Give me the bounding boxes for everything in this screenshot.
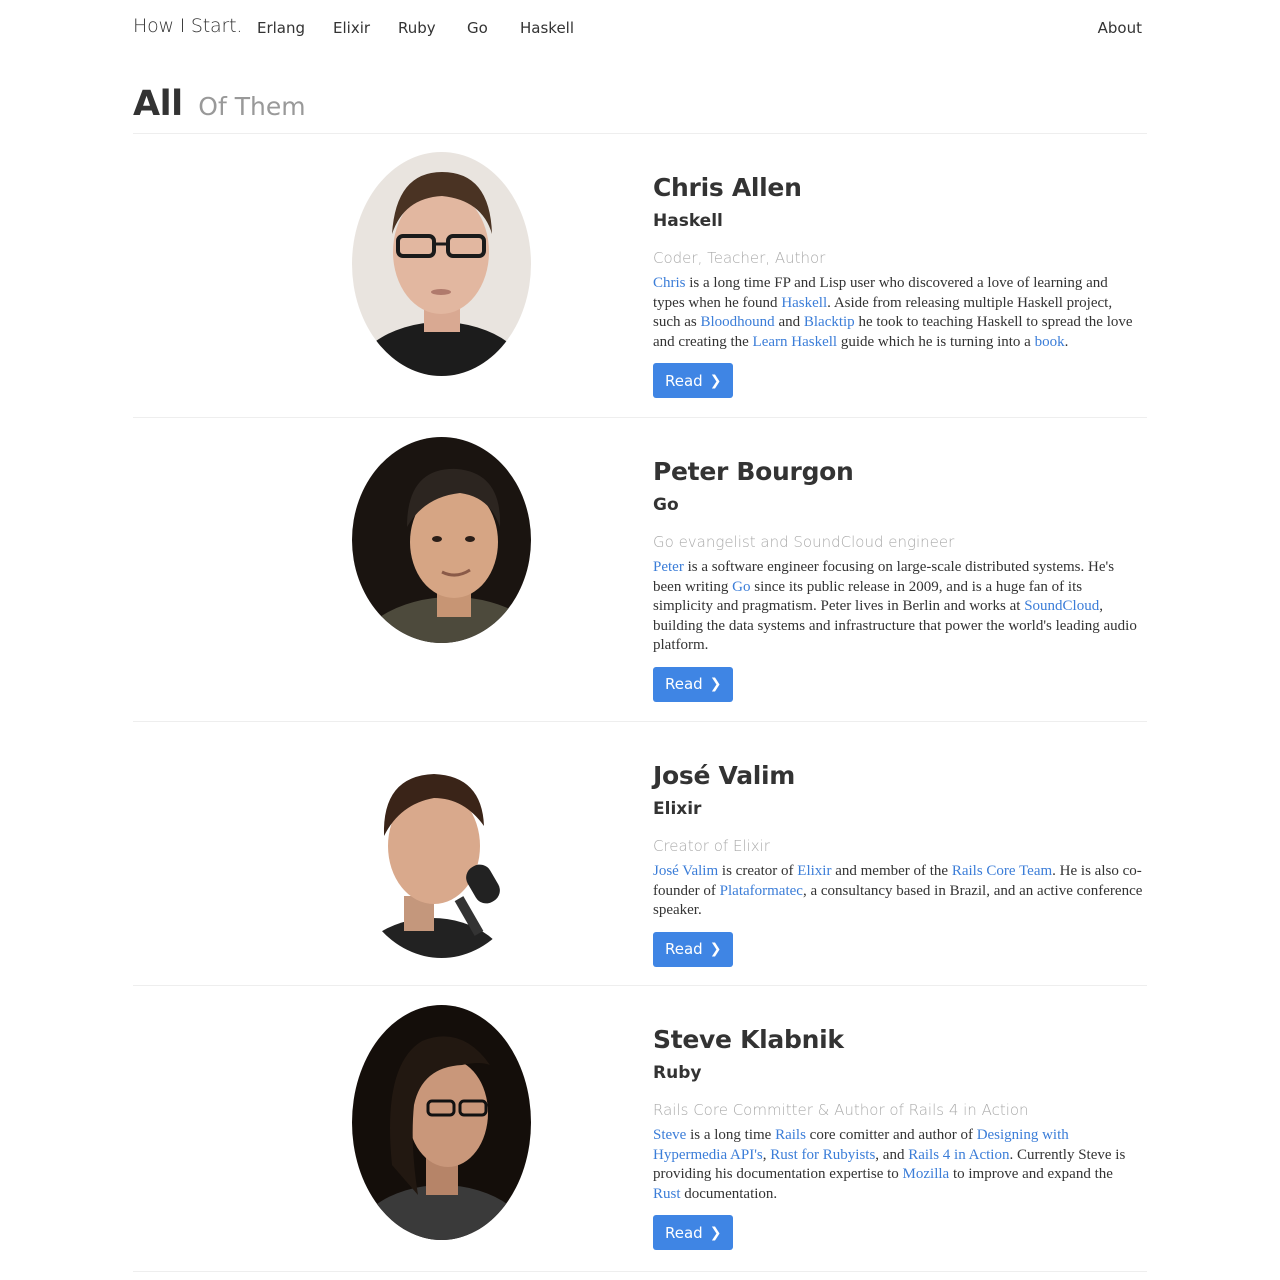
person-info: Peter Bourgon Go Go evangelist and Sound… — [653, 457, 1143, 702]
bio-link[interactable]: Bloodhound — [701, 314, 775, 330]
chevron-right-icon: ❯ — [709, 1224, 722, 1241]
person-card: José Valim Elixir Creator of Elixir José… — [133, 722, 1147, 986]
avatar-photo-steve-klabnik — [352, 1005, 531, 1240]
bio-link[interactable]: SoundCloud — [1024, 598, 1099, 614]
person-tagline: Coder, Teacher, Author — [653, 249, 826, 267]
person-tagline: Go evangelist and SoundCloud engineer — [653, 533, 955, 551]
page-title: All Of Them — [133, 84, 1147, 127]
bio-link[interactable]: Plataformatec — [720, 883, 803, 899]
read-button[interactable]: Read ❯ — [653, 931, 734, 967]
bio-text: to improve and expand the — [949, 1166, 1113, 1183]
chevron-right-icon: ❯ — [709, 676, 722, 693]
bio-link[interactable]: Haskell — [781, 295, 827, 311]
chevron-right-icon: ❯ — [709, 941, 722, 958]
bio-link[interactable]: Steve — [653, 1127, 686, 1143]
person-bio: José Valim is creator of Elixir and memb… — [653, 862, 1143, 921]
read-button[interactable]: Read ❯ — [653, 1215, 734, 1251]
read-button-label: Read — [665, 675, 703, 694]
bio-link[interactable]: Go — [732, 579, 750, 595]
bio-link[interactable]: book — [1035, 334, 1065, 350]
avatar — [352, 746, 531, 958]
read-button-label: Read — [665, 371, 703, 390]
nav-link-ruby[interactable]: Ruby — [398, 19, 467, 37]
read-button-label: Read — [665, 940, 703, 959]
page-title-subtitle: Of Them — [198, 92, 306, 121]
person-bio: Peter is a software engineer focusing on… — [653, 558, 1143, 656]
person-card: Peter Bourgon Go Go evangelist and Sound… — [133, 418, 1147, 722]
person-name: Steve Klabnik — [653, 1025, 844, 1054]
person-language: Elixir — [653, 799, 702, 819]
page-header: All Of Them — [133, 84, 1147, 134]
bio-link[interactable]: Rust for Rubyists — [770, 1147, 875, 1163]
bio-link[interactable]: Elixir — [797, 863, 831, 879]
bio-link[interactable]: Rails 4 in Action — [908, 1147, 1009, 1163]
person-language: Ruby — [653, 1063, 702, 1083]
avatar — [352, 1005, 531, 1240]
bio-link[interactable]: Peter — [653, 559, 684, 575]
nav-link-about[interactable]: About — [1098, 19, 1142, 37]
bio-text: guide which he is turning into a — [837, 333, 1035, 350]
person-info: Chris Allen Haskell Coder, Teacher, Auth… — [653, 173, 1143, 399]
bio-text: and — [774, 314, 804, 331]
nav-link-go[interactable]: Go — [467, 19, 520, 37]
bio-link[interactable]: José Valim — [653, 863, 718, 879]
nav-link-erlang[interactable]: Erlang — [257, 19, 333, 37]
person-bio: Steve is a long time Rails core comitter… — [653, 1126, 1143, 1204]
nav-link-haskell[interactable]: Haskell — [520, 19, 574, 37]
brand-link[interactable]: How I Start. — [133, 15, 242, 37]
chevron-right-icon: ❯ — [709, 372, 722, 389]
person-card: Chris Allen Haskell Coder, Teacher, Auth… — [133, 134, 1147, 418]
avatar-photo-chris-allen — [352, 152, 531, 376]
navbar: How I Start. Erlang Elixir Ruby Go Haske… — [0, 0, 1280, 56]
person-card: Steve Klabnik Ruby Rails Core Committer … — [133, 986, 1147, 1272]
person-info: Steve Klabnik Ruby Rails Core Committer … — [653, 1025, 1143, 1251]
bio-link[interactable]: Chris — [653, 275, 686, 291]
avatar — [352, 437, 531, 643]
person-language: Haskell — [653, 211, 723, 231]
person-bio: Chris is a long time FP and Lisp user wh… — [653, 274, 1143, 352]
bio-link[interactable]: Blacktip — [804, 314, 855, 330]
bio-text: is a long time — [686, 1127, 776, 1143]
bio-text: and member of the — [831, 863, 952, 879]
person-name: José Valim — [653, 761, 796, 790]
nav-link-elixir[interactable]: Elixir — [333, 19, 398, 37]
bio-text: core comitter and author of — [805, 1127, 977, 1143]
nav-links: Erlang Elixir Ruby Go Haskell — [257, 19, 574, 37]
bio-link[interactable]: Rails Core Team — [952, 863, 1052, 879]
person-language: Go — [653, 495, 679, 515]
bio-text: is creator of — [718, 863, 798, 879]
bio-link[interactable]: Learn Haskell — [753, 334, 838, 350]
bio-text: , and — [875, 1146, 909, 1163]
read-button[interactable]: Read ❯ — [653, 666, 734, 702]
page-title-main: All — [133, 84, 183, 124]
bio-link[interactable]: Rust — [653, 1186, 681, 1202]
person-tagline: Rails Core Committer & Author of Rails 4… — [653, 1101, 1029, 1119]
person-name: Peter Bourgon — [653, 457, 854, 486]
avatar-photo-jose-valim — [352, 746, 531, 958]
person-info: José Valim Elixir Creator of Elixir José… — [653, 761, 1143, 967]
avatar-photo-peter-bourgon — [352, 437, 531, 643]
person-name: Chris Allen — [653, 173, 802, 202]
read-button-label: Read — [665, 1223, 703, 1242]
person-tagline: Creator of Elixir — [653, 837, 770, 855]
bio-text: . — [1064, 333, 1069, 350]
bio-text: documentation. — [680, 1185, 778, 1202]
bio-link[interactable]: Rails — [775, 1127, 806, 1143]
bio-link[interactable]: Mozilla — [903, 1166, 950, 1182]
read-button[interactable]: Read ❯ — [653, 363, 734, 399]
avatar — [352, 152, 531, 376]
